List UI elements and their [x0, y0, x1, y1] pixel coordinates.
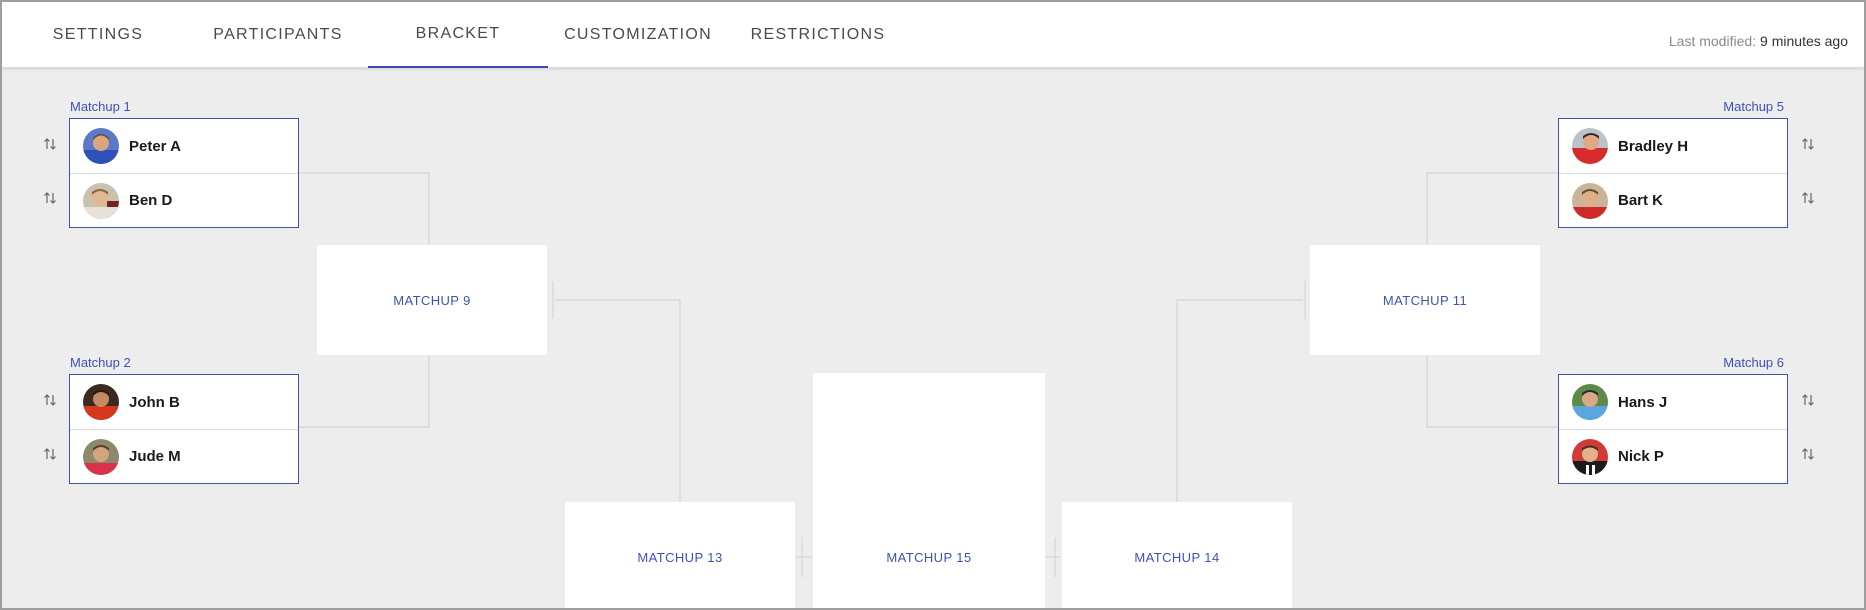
swap-vertical-icon[interactable]: [40, 444, 60, 464]
participant-slot[interactable]: Bart K: [1559, 173, 1787, 227]
bracket-editor: SETTINGS PARTICIPANTS BRACKET CUSTOMIZAT…: [0, 0, 1866, 610]
participant-slot[interactable]: Ben D: [70, 173, 298, 227]
avatar: [1572, 384, 1608, 420]
connector-m2-m9: [299, 355, 430, 428]
matchup-15-box[interactable]: MATCHUP 15: [813, 373, 1045, 608]
swap-vertical-icon[interactable]: [1798, 134, 1818, 154]
last-modified-value: 9 minutes ago: [1760, 33, 1848, 49]
matchup-6-label: Matchup 6: [1723, 355, 1784, 370]
connector-m9-m13: [555, 299, 681, 502]
swap-vertical-icon[interactable]: [40, 134, 60, 154]
participant-name: Ben D: [129, 192, 173, 209]
tab-bracket[interactable]: BRACKET: [368, 2, 548, 68]
tab-settings[interactable]: SETTINGS: [8, 2, 188, 68]
tab-restrictions[interactable]: RESTRICTIONS: [728, 2, 908, 68]
matchup-11-box[interactable]: MATCHUP 11: [1310, 245, 1540, 355]
swap-vertical-icon[interactable]: [40, 390, 60, 410]
participant-slot[interactable]: John B: [70, 375, 298, 429]
last-modified-label: Last modified:: [1668, 33, 1757, 49]
connector-m1-m9: [299, 172, 430, 245]
swap-vertical-icon[interactable]: [1798, 390, 1818, 410]
matchup-9-box[interactable]: MATCHUP 9: [317, 245, 547, 355]
connector-m5-m11: [1426, 172, 1558, 245]
swap-vertical-icon[interactable]: [40, 188, 60, 208]
connector-m6-m11: [1426, 355, 1558, 428]
avatar: [83, 182, 119, 219]
matchup-2-card[interactable]: John B Jude M: [69, 374, 299, 484]
participant-slot[interactable]: Jude M: [70, 429, 298, 483]
bracket-canvas: Matchup 1 Peter A Ben D Matchup 2 John B…: [2, 68, 1864, 608]
participant-name: Nick P: [1618, 448, 1664, 465]
participant-name: Bradley H: [1618, 137, 1689, 155]
matchup-1-card[interactable]: Peter A Ben D: [69, 118, 299, 228]
matchup-14-box[interactable]: MATCHUP 14: [1062, 502, 1292, 608]
swap-vertical-icon[interactable]: [1798, 188, 1818, 208]
avatar: [1572, 438, 1608, 475]
participant-slot[interactable]: Peter A: [70, 119, 298, 173]
matchup-5-label: Matchup 5: [1723, 99, 1784, 114]
participant-name: Jude M: [129, 448, 181, 465]
participant-slot[interactable]: Bradley H: [1559, 119, 1787, 173]
participant-slot[interactable]: Nick P: [1559, 429, 1787, 483]
tab-customization[interactable]: CUSTOMIZATION: [548, 2, 728, 68]
matchup-2-label: Matchup 2: [70, 355, 131, 370]
participant-slot[interactable]: Hans J: [1559, 375, 1787, 429]
tab-participants[interactable]: PARTICIPANTS: [188, 2, 368, 68]
connector-m11-m14: [1176, 299, 1303, 502]
matchup-13-box[interactable]: MATCHUP 13: [565, 502, 795, 608]
avatar: [1572, 128, 1608, 164]
swap-vertical-icon[interactable]: [1798, 444, 1818, 464]
avatar: [83, 128, 119, 164]
matchup-6-card[interactable]: Hans J Nick P: [1558, 374, 1788, 484]
top-navigation-bar: SETTINGS PARTICIPANTS BRACKET CUSTOMIZAT…: [2, 2, 1864, 68]
matchup-5-card[interactable]: Bradley H Bart K: [1558, 118, 1788, 228]
avatar: [1572, 182, 1608, 219]
avatar: [83, 384, 119, 420]
participant-name: John B: [129, 393, 180, 411]
matchup-1-label: Matchup 1: [70, 99, 131, 114]
participant-name: Peter A: [129, 137, 181, 155]
avatar: [83, 438, 119, 475]
participant-name: Hans J: [1618, 393, 1668, 411]
participant-name: Bart K: [1618, 192, 1664, 209]
